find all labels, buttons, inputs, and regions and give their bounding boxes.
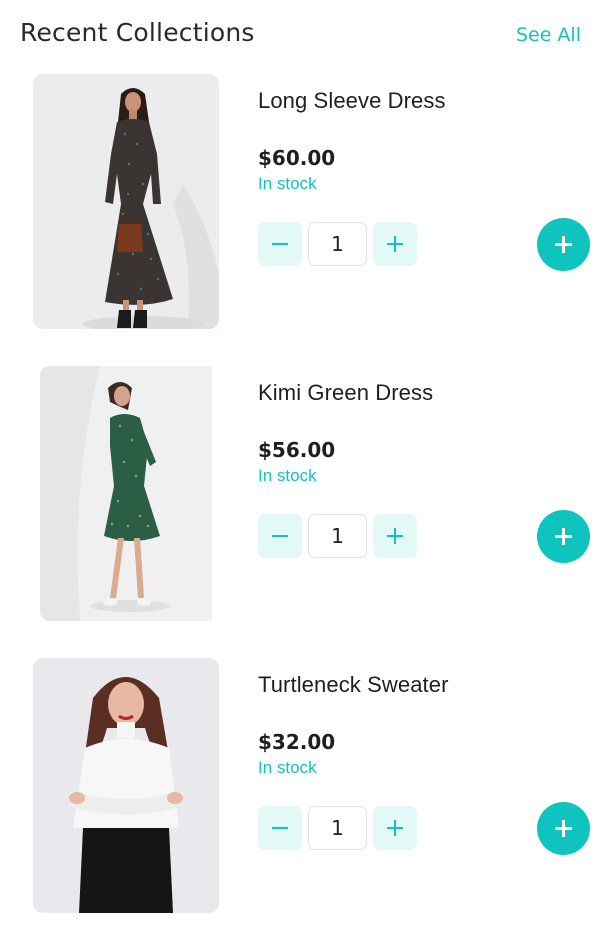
stock-status: In stock [258, 466, 317, 485]
product-price: $56.00 [258, 438, 336, 462]
product-card[interactable]: Turtleneck Sweater $32.00 In stock 1 [0, 656, 604, 916]
add-to-cart-button[interactable] [537, 802, 590, 855]
product-name: Kimi Green Dress [258, 380, 434, 405]
product-price: $32.00 [258, 730, 336, 754]
product-card[interactable]: Long Sleeve Dress $60.00 In stock 1 [0, 72, 604, 332]
increase-quantity-button[interactable] [373, 806, 417, 850]
quantity-value: 1 [308, 514, 367, 558]
increase-quantity-button[interactable] [373, 222, 417, 266]
minus-icon [272, 827, 288, 829]
stock-status: In stock [258, 174, 317, 193]
product-image[interactable] [33, 74, 219, 329]
decrease-quantity-button[interactable] [258, 806, 302, 850]
add-to-cart-button[interactable] [537, 510, 590, 563]
quantity-value: 1 [308, 806, 367, 850]
increase-quantity-button[interactable] [373, 514, 417, 558]
product-name: Turtleneck Sweater [258, 672, 449, 697]
decrease-quantity-button[interactable] [258, 514, 302, 558]
product-price: $60.00 [258, 146, 336, 170]
section-title: Recent Collections [20, 18, 255, 47]
product-image[interactable] [40, 366, 212, 621]
minus-icon [272, 243, 288, 245]
add-to-cart-button[interactable] [537, 218, 590, 271]
see-all-link[interactable]: See All [516, 24, 581, 46]
stock-status: In stock [258, 758, 317, 777]
minus-icon [272, 535, 288, 537]
product-card[interactable]: Kimi Green Dress $56.00 In stock 1 [0, 364, 604, 624]
quantity-value: 1 [308, 222, 367, 266]
product-name: Long Sleeve Dress [258, 88, 446, 113]
decrease-quantity-button[interactable] [258, 222, 302, 266]
product-image[interactable] [33, 658, 219, 913]
section-header: Recent Collections See All [20, 16, 584, 56]
